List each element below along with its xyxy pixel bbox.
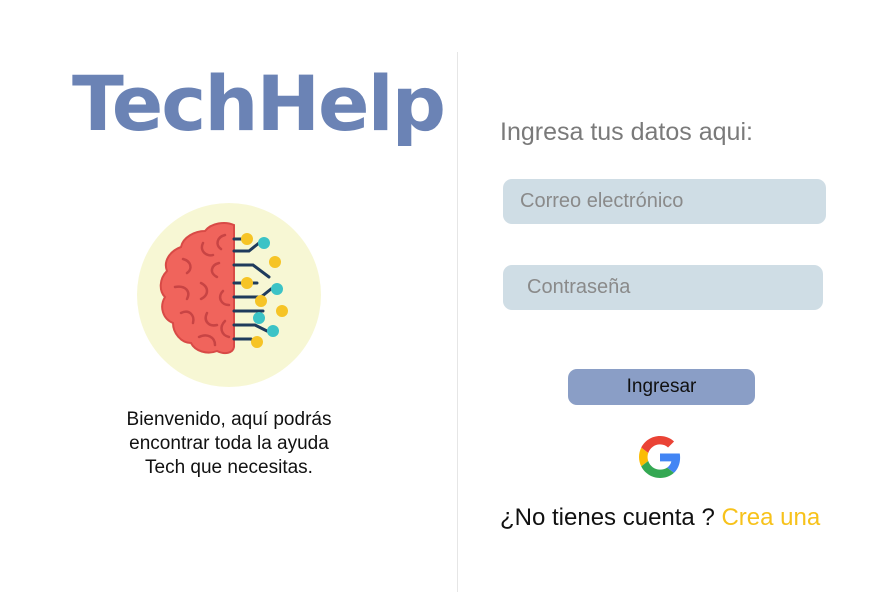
welcome-line: Bienvenido, aquí podrás — [126, 409, 332, 430]
brain-logo — [137, 203, 321, 387]
google-login-button[interactable] — [639, 436, 681, 478]
login-button[interactable]: Ingresar — [568, 369, 755, 405]
welcome-line: Tech que necesitas. — [145, 457, 313, 478]
create-account-link[interactable]: Crea una — [721, 504, 820, 531]
app-title: TechHelp — [72, 59, 446, 148]
email-field[interactable] — [503, 179, 826, 224]
branding-panel: TechHelp Bienvenido, aquí podrás encontr… — [0, 0, 457, 592]
welcome-message: Bienvenido, aquí podrás encontrar toda l… — [100, 408, 358, 480]
signup-row: ¿No tienes cuenta ? Crea una — [500, 504, 820, 532]
form-heading: Ingresa tus datos aqui: — [500, 118, 753, 146]
welcome-line: encontrar toda la ayuda — [129, 433, 329, 454]
panel-divider — [457, 52, 458, 592]
brain-circuit-icon — [159, 222, 288, 355]
google-g-icon — [639, 436, 681, 478]
signup-prompt: ¿No tienes cuenta ? — [500, 504, 722, 531]
password-field[interactable] — [503, 265, 823, 310]
